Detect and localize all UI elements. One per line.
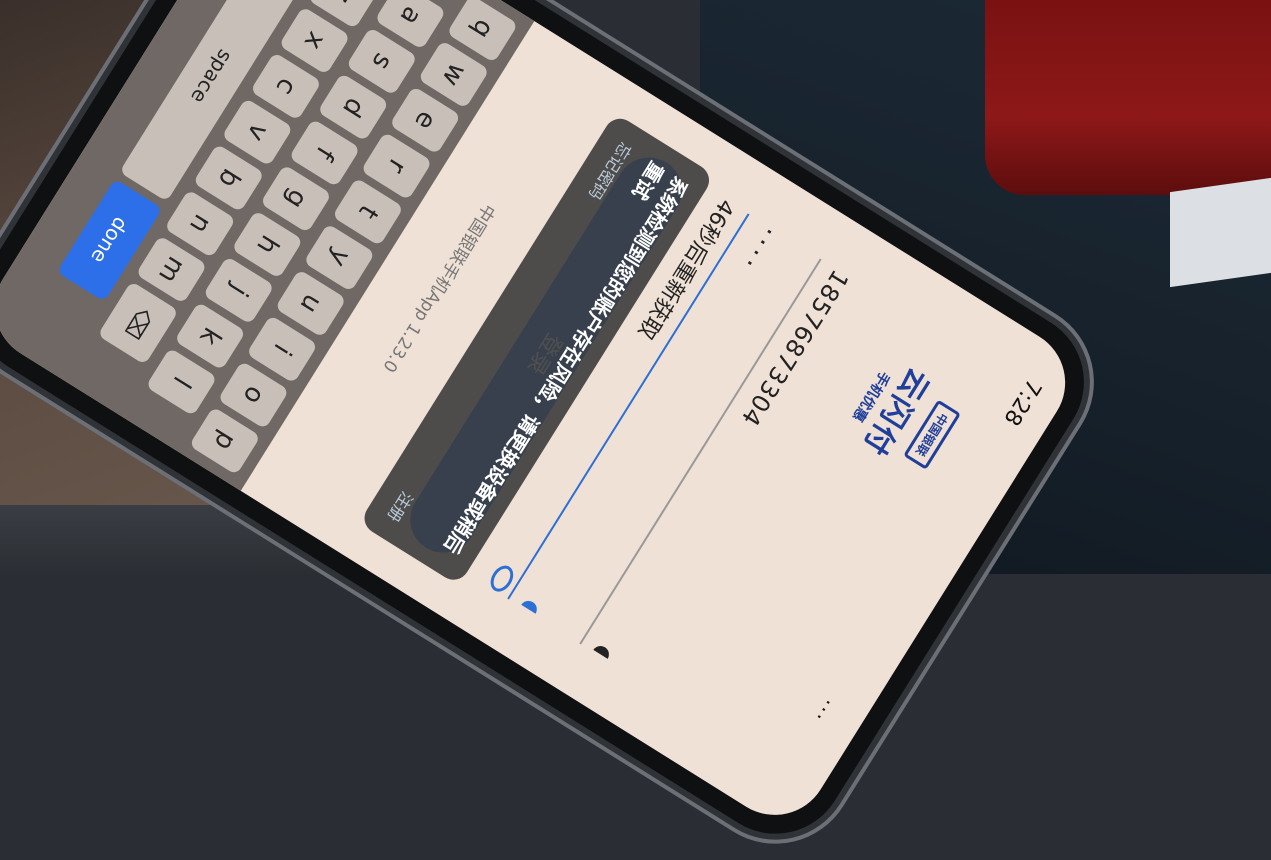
signal-icon: ... [811,696,845,731]
lock-icon: ◖ [517,594,545,619]
red-object [985,0,1271,195]
code-input[interactable]: ···· [732,220,783,278]
register-link[interactable]: 注册 [383,488,420,528]
toast-message: 系统检测到您的账户存在风险，请更换设备或稍后重试 [439,157,693,558]
status-time: 7:28 [998,374,1046,430]
white-object [1170,177,1271,288]
person-icon: ◖ [589,640,617,664]
